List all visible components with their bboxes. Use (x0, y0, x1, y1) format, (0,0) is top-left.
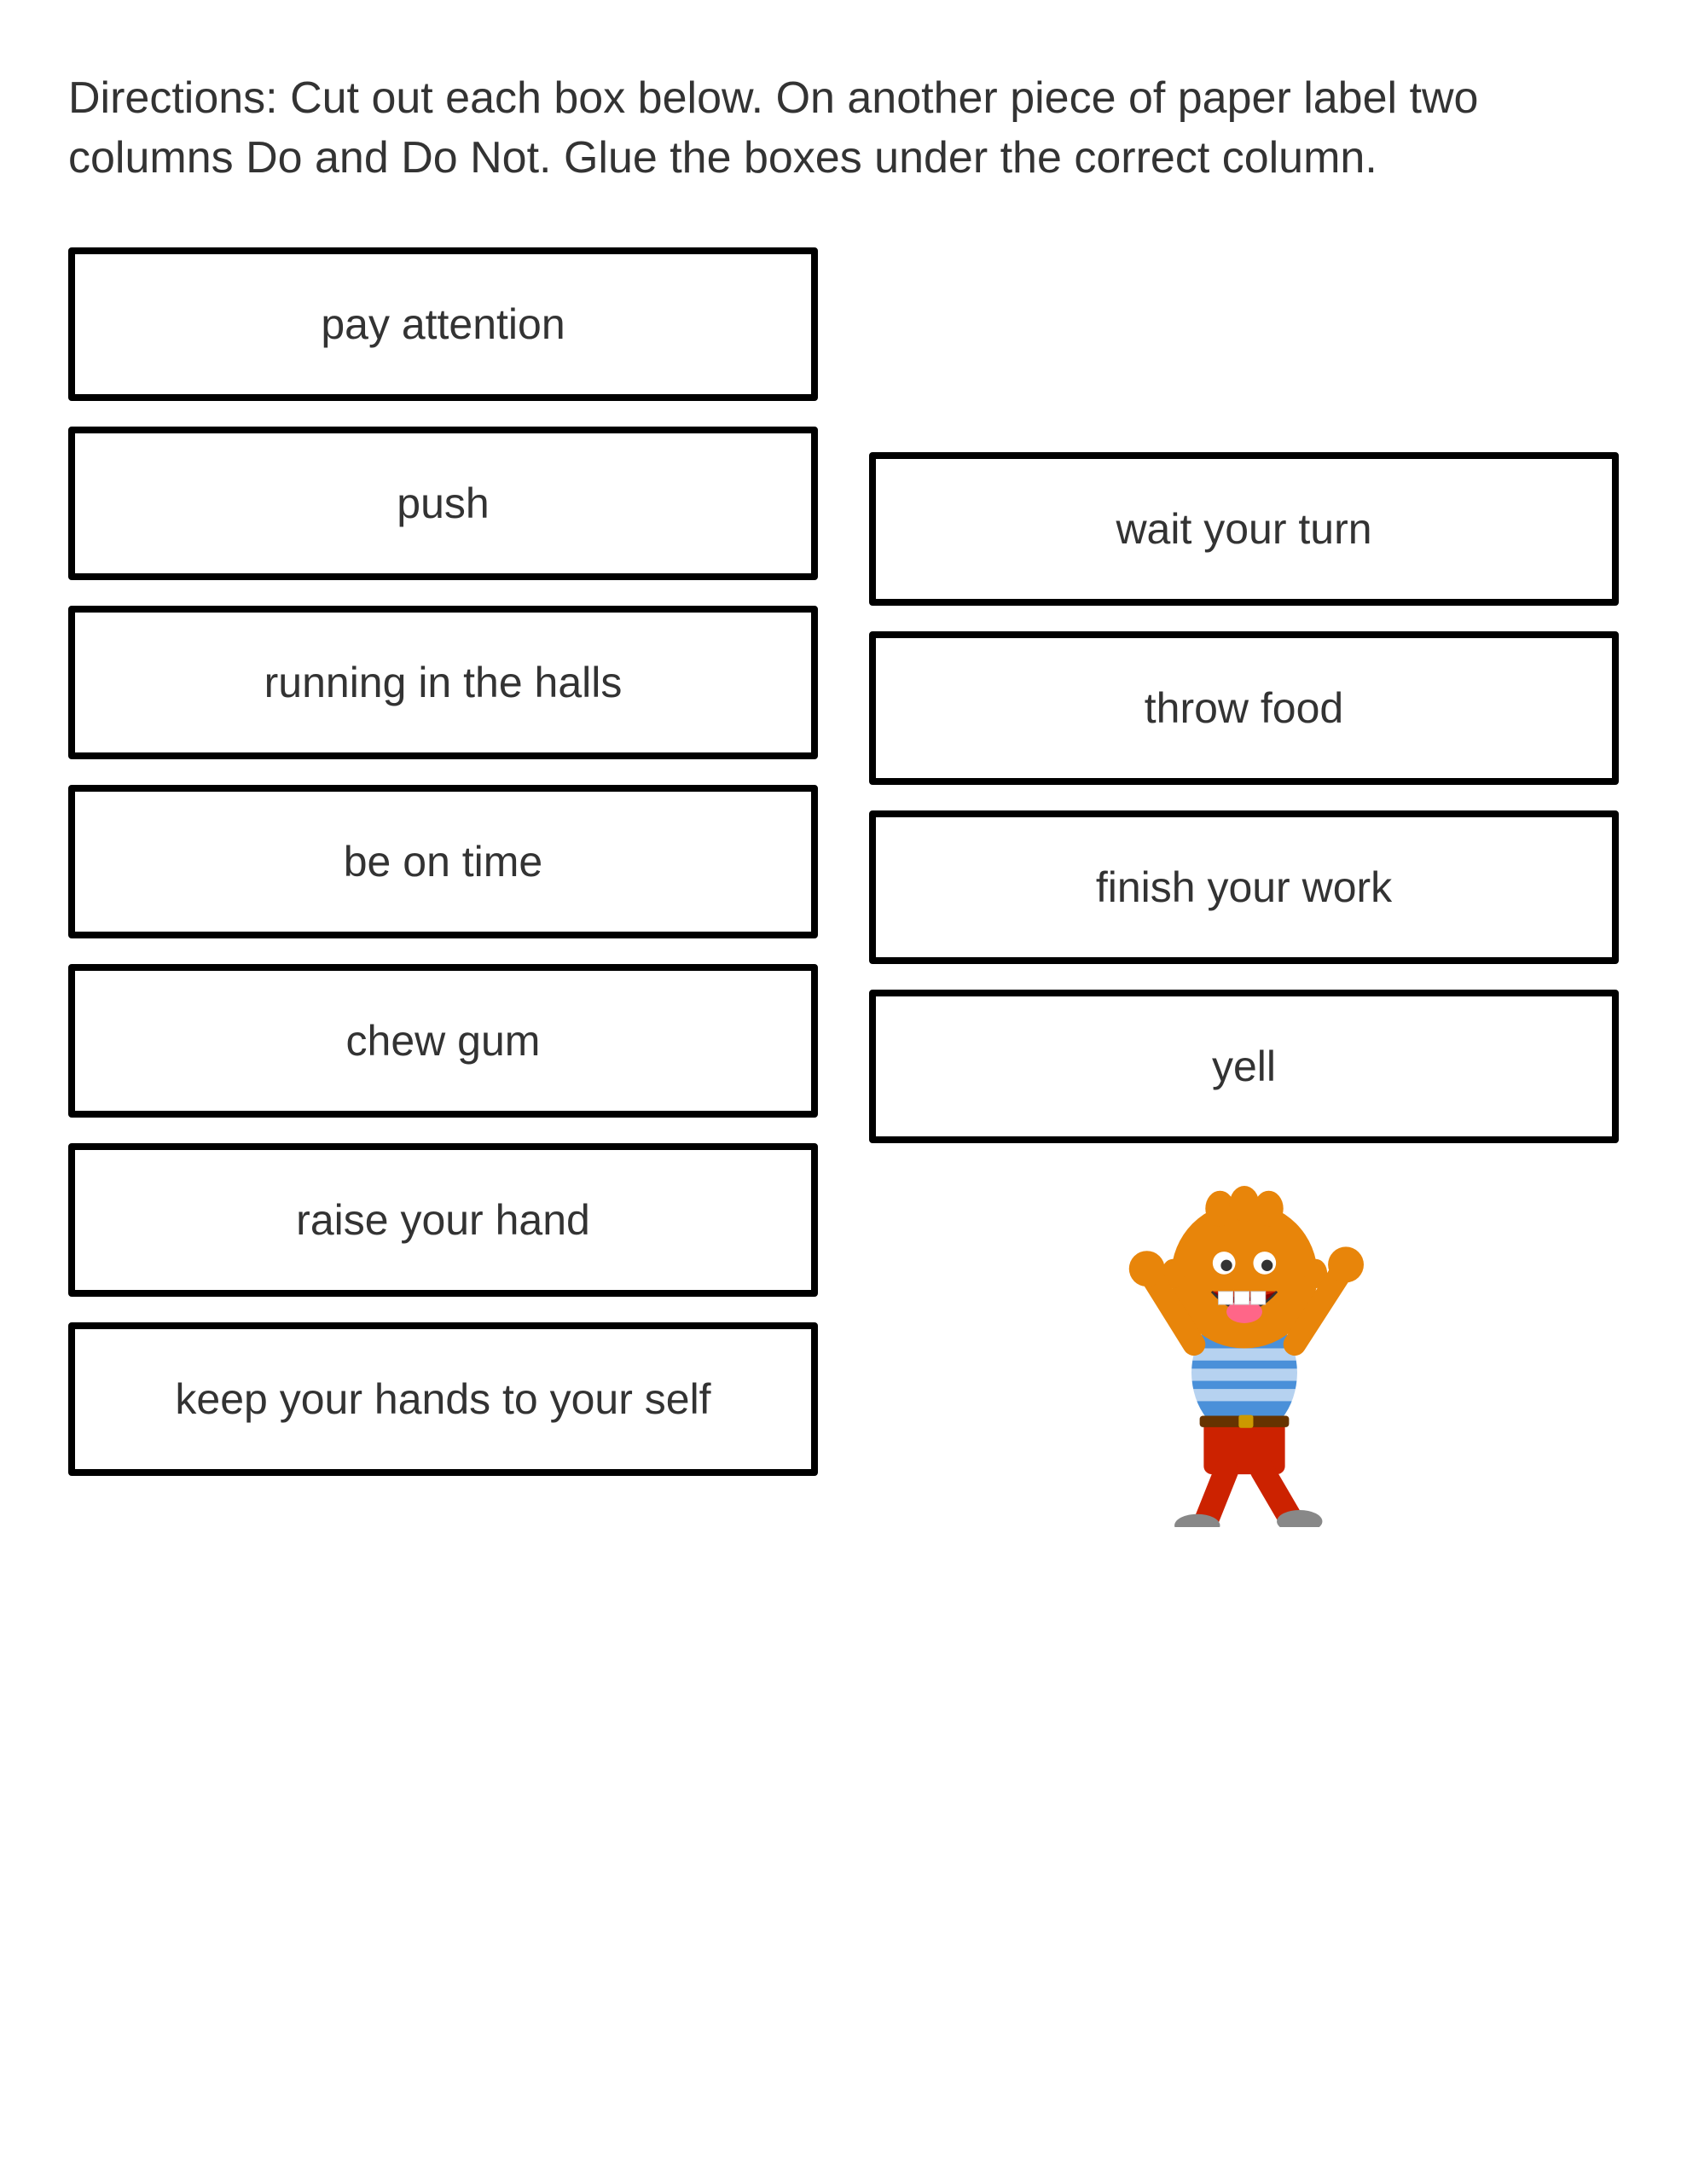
card-push: push (68, 427, 818, 580)
card-chew-gum: chew gum (68, 964, 818, 1118)
card-yell: yell (869, 990, 1619, 1143)
card-label-finish-your-work: finish your work (1096, 860, 1392, 915)
card-finish-your-work: finish your work (869, 810, 1619, 964)
card-raise-your-hand: raise your hand (68, 1143, 818, 1297)
cards-grid: pay attention push running in the halls be … (68, 247, 1619, 1527)
card-be-on-time: be on time (68, 785, 818, 938)
card-label-raise-your-hand: raise your hand (296, 1193, 590, 1248)
directions-text: Directions: Cut out each box below. On a… (68, 68, 1603, 188)
card-label-push: push (397, 476, 489, 531)
card-label-chew-gum: chew gum (346, 1014, 541, 1069)
card-label-keep-hands: keep your hands to your self (175, 1372, 710, 1427)
card-throw-food: throw food (869, 631, 1619, 785)
character-illustration (869, 1186, 1619, 1527)
right-column: wait your turn throw food finish your work… (869, 247, 1619, 1527)
card-pay-attention: pay attention (68, 247, 818, 401)
character-svg (1099, 1186, 1389, 1527)
card-label-yell: yell (1212, 1039, 1276, 1095)
card-label-running-in-halls: running in the halls (264, 655, 623, 711)
card-label-throw-food: throw food (1145, 681, 1343, 736)
card-label-be-on-time: be on time (344, 834, 542, 890)
card-label-pay-attention: pay attention (321, 297, 565, 352)
card-keep-hands: keep your hands to your self (68, 1322, 818, 1476)
card-wait-your-turn: wait your turn (869, 452, 1619, 606)
left-column: pay attention push running in the halls be … (68, 247, 818, 1476)
card-running-in-halls: running in the halls (68, 606, 818, 759)
card-label-wait-your-turn: wait your turn (1116, 502, 1371, 557)
